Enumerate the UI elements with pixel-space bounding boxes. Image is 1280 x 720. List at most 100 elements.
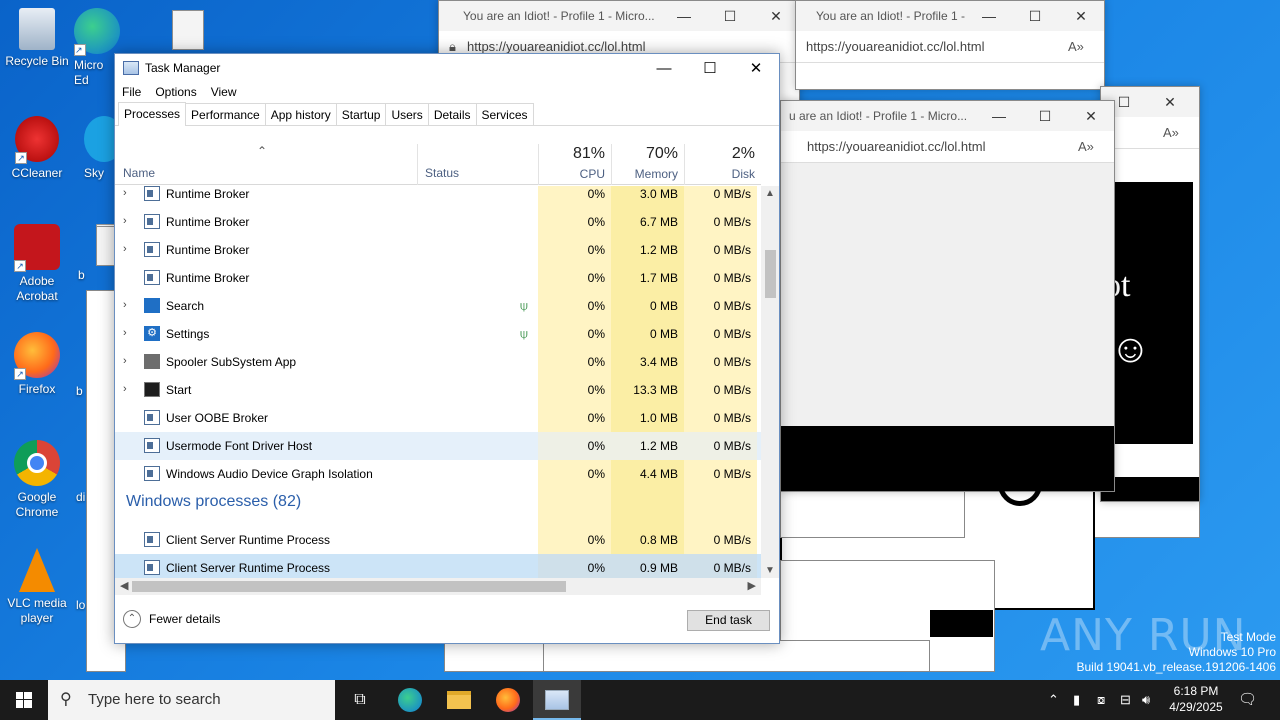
column-disk[interactable]: 2% Disk [684,144,761,185]
expand-chevron-icon[interactable]: › [123,355,127,367]
end-task-button[interactable]: End task [687,610,770,631]
column-status[interactable]: Status [425,166,459,180]
device-icon[interactable]: ⧇ [1097,680,1105,720]
network-icon[interactable]: ⊟ [1120,680,1131,720]
taskbar-search-box[interactable]: ⚲ Type here to search [48,680,335,720]
expand-chevron-icon[interactable]: › [123,215,127,227]
close-button[interactable]: ✕ [753,8,799,25]
maximize-button[interactable]: ☐ [707,8,753,25]
maximize-button[interactable]: ☐ [1012,8,1058,25]
process-row[interactable]: › Runtime Broker 0% 1.2 MB 0 MB/s [115,236,761,264]
process-row[interactable]: Usermode Font Driver Host 0% 1.2 MB 0 MB/s [115,432,761,460]
address-bar[interactable]: https://youareanidiot.cc/lol.html A» [781,131,1114,163]
task-manager-window[interactable]: Task Manager — ☐ ✕ File Options View Pro… [114,53,780,644]
read-aloud-icon[interactable]: A» [1068,39,1104,54]
address-bar[interactable]: A» [1101,117,1199,149]
process-row[interactable]: › Runtime Broker 0% 6.7 MB 0 MB/s [115,208,761,236]
minimize-button[interactable]: — [966,8,1012,24]
menu-options[interactable]: Options [155,85,196,99]
process-row[interactable]: User OOBE Broker 0% 1.0 MB 0 MB/s [115,404,761,432]
tab-startup[interactable]: Startup [335,103,387,125]
tab-services[interactable]: Services [475,103,534,125]
minimize-button[interactable]: — [641,60,687,77]
expand-chevron-icon[interactable]: › [123,187,127,199]
tab-users[interactable]: Users [385,103,429,125]
menu-view[interactable]: View [211,85,237,99]
taskbar-edge[interactable] [386,680,434,720]
process-row[interactable]: Windows Audio Device Graph Isolation 0% 4.… [115,460,761,488]
tab-details[interactable]: Details [427,103,477,125]
maximize-button[interactable]: ☐ [1022,108,1068,125]
expand-chevron-icon[interactable]: › [123,327,127,339]
column-cpu[interactable]: 81% CPU [538,144,611,185]
expand-chevron-icon[interactable]: › [123,243,127,255]
file-icon[interactable] [96,226,116,266]
desktop-icon-vlc[interactable]: VLC media player [0,548,74,626]
desktop-icon-recycle-bin[interactable]: Recycle Bin [0,8,74,69]
horizontal-scrollbar[interactable]: ◀ ▶ [115,578,761,595]
close-button[interactable]: ✕ [733,59,779,77]
taskbar-task-manager[interactable] [533,680,581,720]
scroll-up-icon[interactable]: ▲ [761,188,779,199]
desktop-icon-acrobat[interactable]: ↗ Adobe Acrobat [0,224,74,304]
fewer-details-button[interactable]: ⌃ Fewer details [123,610,220,628]
browser-title-bar[interactable]: u are an Idiot! - Profile 1 - Micro... —… [781,101,1114,131]
close-button[interactable]: ✕ [1058,8,1104,25]
show-hidden-icons-icon[interactable]: ⌃ [1048,680,1059,720]
process-row[interactable]: › ⚙ Settings ⍦ 0% 0 MB 0 MB/s [115,320,761,348]
url-text[interactable]: https://youareanidiot.cc/lol.html [467,39,799,54]
scroll-thumb[interactable] [765,250,776,298]
expand-chevron-icon[interactable]: › [123,383,127,395]
vertical-scrollbar[interactable]: ▲ ▼ [761,186,779,578]
close-button[interactable]: ✕ [1068,108,1114,125]
process-row[interactable]: › Spooler SubSystem App 0% 3.4 MB 0 MB/s [115,348,761,376]
scroll-left-icon[interactable]: ◀ [120,579,128,592]
minimize-button[interactable]: — [976,108,1022,124]
url-text[interactable]: https://youareanidiot.cc/lol.html [807,139,1078,154]
process-row[interactable]: Client Server Runtime Process 0% 0.8 MB 0 M… [115,526,761,554]
read-aloud-icon[interactable]: A» [1163,125,1199,140]
desktop-icon-skype[interactable]: Sky [84,116,124,181]
notification-icon[interactable]: 🗨︎ [1238,680,1257,720]
close-button[interactable]: ✕ [1147,94,1193,111]
minimize-button[interactable]: — [661,8,707,24]
file-icon[interactable] [172,10,204,50]
browser-window[interactable]: u are an Idiot! - Profile 1 - Micro... —… [780,100,1115,492]
browser-title-bar[interactable]: ☐ ✕ [1101,87,1199,117]
taskbar-firefox[interactable] [484,680,532,720]
scroll-thumb[interactable] [132,581,566,592]
desktop-icon-chrome[interactable]: Google Chrome [0,440,74,520]
desktop-icon-edge[interactable]: ↗ Micro Ed [74,8,120,88]
expand-chevron-icon[interactable]: › [123,299,127,311]
column-name[interactable]: Name [123,166,155,180]
tab-performance[interactable]: Performance [185,103,266,125]
process-row[interactable]: Client Server Runtime Process 0% 0.9 MB 0 M… [115,554,761,578]
browser-window[interactable]: You are an Idiot! - Profile 1 - Micro...… [795,0,1105,90]
tab-app-history[interactable]: App history [264,103,337,125]
tab-processes[interactable]: Processes [118,102,187,126]
process-row[interactable]: › Search ⍦ 0% 0 MB 0 MB/s [115,292,761,320]
address-bar[interactable]: https://youareanidiot.cc/lol.html A» [796,31,1104,63]
column-memory[interactable]: 70% Memory [611,144,684,185]
start-button[interactable] [0,680,48,720]
battery-icon[interactable]: ▮ [1073,680,1080,720]
taskbar-file-explorer[interactable] [435,680,483,720]
task-view-button[interactable]: ⧉ [336,680,384,720]
desktop-icon-ccleaner[interactable]: ↗ CCleaner [0,116,74,181]
process-row[interactable]: › Runtime Broker 0% 3.0 MB 0 MB/s [115,186,761,208]
process-row[interactable]: › Start 0% 13.3 MB 0 MB/s [115,376,761,404]
menu-file[interactable]: File [122,85,141,99]
scroll-down-icon[interactable]: ▼ [761,565,779,576]
scroll-right-icon[interactable]: ▶ [748,579,756,592]
maximize-button[interactable]: ☐ [687,59,733,77]
url-text[interactable]: https://youareanidiot.cc/lol.html [806,39,1068,54]
browser-title-bar[interactable]: You are an Idiot! - Profile 1 - Micro...… [439,1,799,31]
desktop-icon-firefox[interactable]: ↗ Firefox [0,332,74,397]
taskbar-clock[interactable]: 6:18 PM 4/29/2025 [1160,683,1232,715]
read-aloud-icon[interactable]: A» [1078,139,1114,154]
task-manager-title-bar[interactable]: Task Manager — ☐ ✕ [115,54,779,82]
process-row[interactable]: Runtime Broker 0% 1.7 MB 0 MB/s [115,264,761,292]
browser-title-bar[interactable]: You are an Idiot! - Profile 1 - Micro...… [796,1,1104,31]
volume-icon[interactable]: 🔊︎ [1142,680,1150,720]
browser-window[interactable]: ☐ ✕ A» ot ☺ [1100,86,1200,502]
